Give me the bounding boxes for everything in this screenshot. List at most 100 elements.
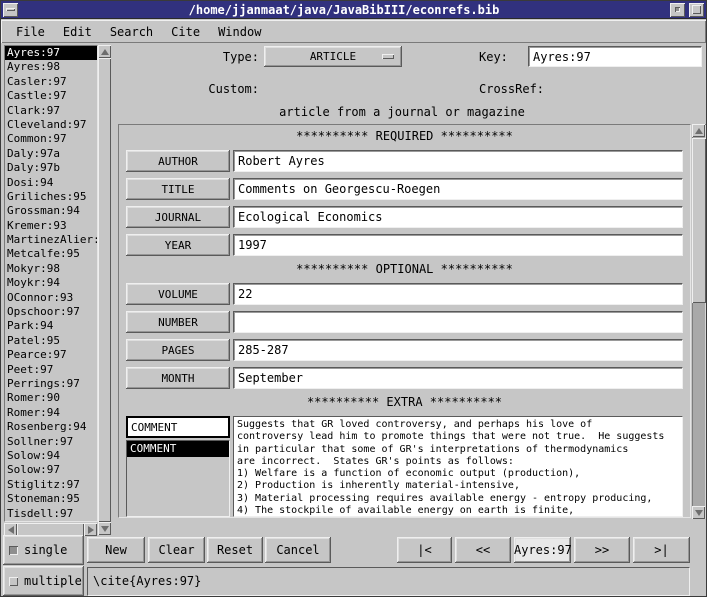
form-scroll-up-button[interactable]: [692, 124, 705, 137]
reference-list-item[interactable]: Pearce:97: [5, 348, 97, 362]
reference-list-item[interactable]: Kremer:93: [5, 219, 97, 233]
reference-list-item[interactable]: Griliches:95: [5, 190, 97, 204]
maximize-button[interactable]: [689, 3, 704, 17]
form-vertical-scrollbar-thumb[interactable]: [692, 138, 706, 303]
field-row: VOLUME: [126, 283, 683, 305]
single-mode-label: single: [24, 543, 67, 557]
menu-item[interactable]: File: [7, 22, 54, 42]
reference-list-item[interactable]: Sollner:97: [5, 435, 97, 449]
reference-list-item[interactable]: Rosenberg:94: [5, 420, 97, 434]
reference-list-item[interactable]: Metcalfe:95: [5, 247, 97, 261]
reference-list-item[interactable]: Castle:97: [5, 89, 97, 103]
list-scroll-right-button[interactable]: [84, 523, 97, 536]
menu-item[interactable]: Search: [101, 22, 162, 42]
field-label-button[interactable]: YEAR: [126, 234, 230, 256]
entry-form-panel: ********** REQUIRED ********** AUTHOR TI…: [118, 124, 691, 518]
reference-list-item[interactable]: Ayres:98: [5, 60, 97, 74]
list-scroll-down-button[interactable]: [98, 522, 111, 535]
multiple-mode-toggle[interactable]: multiple: [3, 566, 84, 596]
entry-type-description: article from a journal or magazine: [113, 105, 691, 119]
reference-list-item[interactable]: Opschoor:97: [5, 305, 97, 319]
reference-list-item[interactable]: Daly:97a: [5, 147, 97, 161]
reset-button[interactable]: Reset: [207, 537, 263, 563]
extra-row: COMMENT: [126, 416, 683, 517]
reference-list-item[interactable]: Romer:90: [5, 391, 97, 405]
field-label-button[interactable]: AUTHOR: [126, 150, 230, 172]
field-input[interactable]: [233, 150, 683, 172]
nav-first-button[interactable]: |<: [397, 537, 452, 563]
extra-field-selector-list: COMMENT: [126, 440, 230, 517]
reference-list-item[interactable]: Solow:94: [5, 449, 97, 463]
nav-prev-button[interactable]: <<: [455, 537, 511, 563]
field-input[interactable]: [233, 206, 683, 228]
reference-list-item[interactable]: Romer:94: [5, 406, 97, 420]
window-menu-button[interactable]: [3, 3, 18, 17]
form-scroll-down-button[interactable]: [692, 506, 705, 519]
cite-output[interactable]: \cite{Ayres:97}: [87, 567, 690, 596]
field-label-button[interactable]: JOURNAL: [126, 206, 230, 228]
single-mode-toggle[interactable]: single: [3, 535, 84, 565]
option-menu-indicator-icon: [382, 54, 394, 59]
field-input[interactable]: [233, 178, 683, 200]
menubar: FileEditSearchCiteWindow: [1, 20, 706, 43]
form-vertical-scrollbar[interactable]: [692, 124, 706, 519]
reference-list-item[interactable]: Daly:97b: [5, 161, 97, 175]
type-value: ARTICLE: [310, 50, 356, 63]
comment-textarea[interactable]: [233, 416, 683, 517]
field-input[interactable]: [233, 311, 683, 333]
cancel-button[interactable]: Cancel: [265, 537, 331, 563]
nav-current-button[interactable]: Ayres:97: [514, 537, 571, 563]
menu-item[interactable]: Edit: [54, 22, 101, 42]
window-menu-icon: [6, 8, 15, 11]
reference-list-item[interactable]: Patel:95: [5, 334, 97, 348]
field-input[interactable]: [233, 339, 683, 361]
list-vertical-scrollbar[interactable]: [98, 45, 111, 535]
key-input[interactable]: [528, 46, 702, 67]
field-label-button[interactable]: MONTH: [126, 367, 230, 389]
reference-list-item[interactable]: Dosi:94: [5, 176, 97, 190]
menu-item[interactable]: Window: [209, 22, 270, 42]
reference-list-item[interactable]: Ayres:97: [5, 46, 97, 60]
extra-field-option[interactable]: COMMENT: [127, 441, 229, 457]
list-scroll-up-button[interactable]: [98, 45, 111, 58]
extra-section-header: ********** EXTRA **********: [119, 395, 690, 409]
new-button[interactable]: New: [87, 537, 145, 563]
reference-list-item[interactable]: Solow:97: [5, 463, 97, 477]
reference-list-item[interactable]: MartinezAlier:9: [5, 233, 97, 247]
reference-list-item[interactable]: Common:97: [5, 132, 97, 146]
reference-list-item[interactable]: Perrings:97: [5, 377, 97, 391]
reference-list-item[interactable]: Peet:97: [5, 363, 97, 377]
reference-list-item[interactable]: Mokyr:98: [5, 262, 97, 276]
field-label-button[interactable]: NUMBER: [126, 311, 230, 333]
required-section-header: ********** REQUIRED **********: [119, 129, 690, 143]
field-input[interactable]: [233, 367, 683, 389]
arrow-left-icon: [8, 526, 14, 534]
reference-list-item[interactable]: Cleveland:97: [5, 118, 97, 132]
extra-field-selector-input[interactable]: [126, 416, 230, 438]
field-input[interactable]: [233, 283, 683, 305]
field-input[interactable]: [233, 234, 683, 256]
reference-list-item[interactable]: Grossman:94: [5, 204, 97, 218]
nav-last-button[interactable]: >|: [633, 537, 690, 563]
reference-list-item[interactable]: Park:94: [5, 319, 97, 333]
reference-list-item[interactable]: Clark:97: [5, 104, 97, 118]
menu-item[interactable]: Cite: [162, 22, 209, 42]
field-label-button[interactable]: VOLUME: [126, 283, 230, 305]
clear-button[interactable]: Clear: [148, 537, 205, 563]
field-label-button[interactable]: TITLE: [126, 178, 230, 200]
arrow-up-icon: [695, 128, 703, 134]
nav-next-button[interactable]: >>: [574, 537, 630, 563]
field-row: JOURNAL: [126, 206, 683, 228]
reference-list-item[interactable]: Casler:97: [5, 75, 97, 89]
reference-list-item[interactable]: Stoneman:95: [5, 492, 97, 506]
minimize-button[interactable]: [670, 3, 685, 17]
arrow-up-icon: [101, 49, 109, 55]
field-label-button[interactable]: PAGES: [126, 339, 230, 361]
reference-list-item[interactable]: Tisdell:97: [5, 507, 97, 521]
reference-list-item[interactable]: Moykr:94: [5, 276, 97, 290]
reference-list-item[interactable]: OConnor:93: [5, 291, 97, 305]
custom-label: Custom:: [191, 82, 259, 96]
list-vertical-scrollbar-thumb[interactable]: [98, 58, 111, 522]
reference-list-item[interactable]: Stiglitz:97: [5, 478, 97, 492]
type-option-menu[interactable]: ARTICLE: [264, 46, 402, 67]
